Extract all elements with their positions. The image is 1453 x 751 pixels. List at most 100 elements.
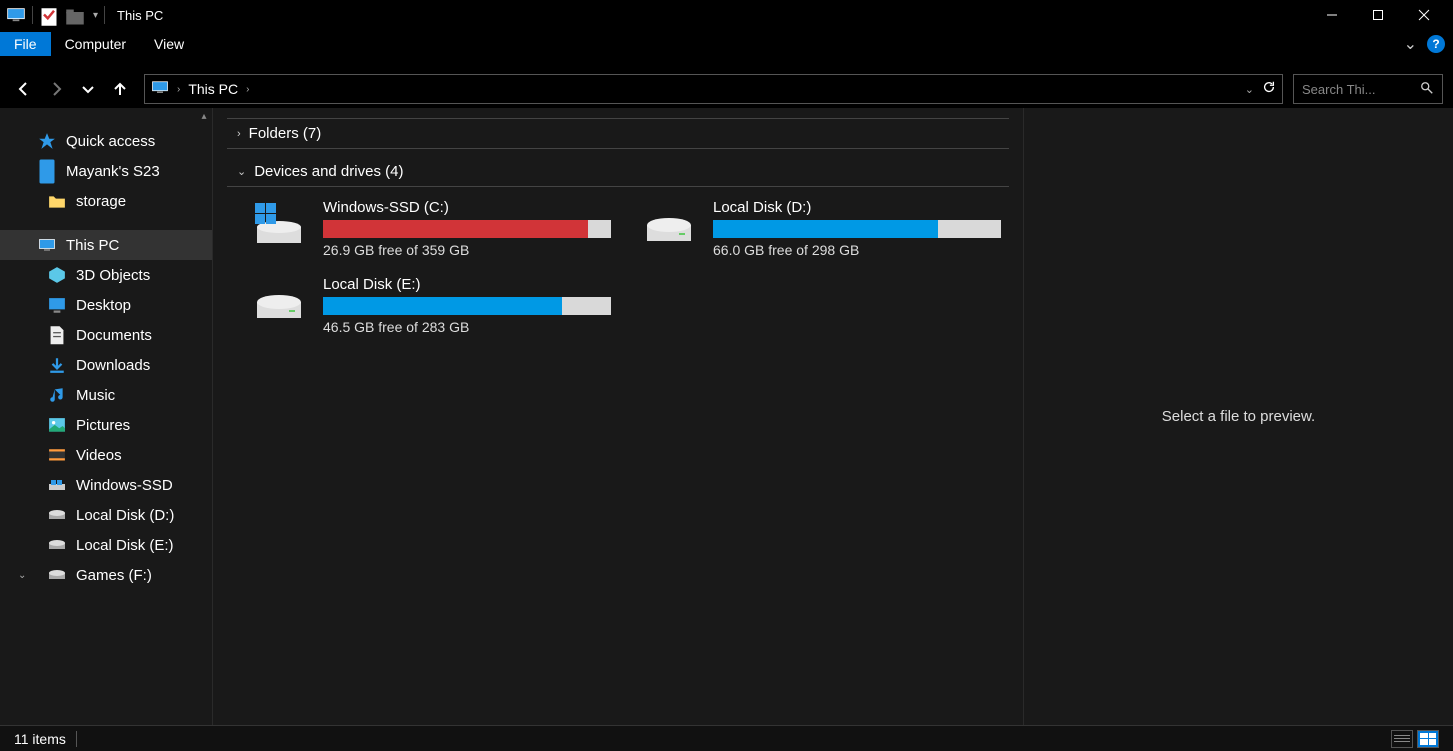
forward-button[interactable] [42,75,70,103]
sidebar-item-label: Local Disk (D:) [76,507,174,524]
sidebar-item-label: Desktop [76,297,131,314]
chevron-down-icon[interactable]: ⌄ [18,570,26,581]
star-icon [38,132,56,150]
address-dropdown-icon[interactable]: ⌄ [1245,83,1254,96]
preview-pane: Select a file to preview. [1023,108,1453,725]
minimize-button[interactable] [1309,0,1355,30]
video-icon [48,446,66,464]
disk-icon [249,276,309,324]
sidebar-item-local-disk-e[interactable]: Local Disk (E:) [0,530,212,560]
qat-dropdown-icon[interactable]: ▾ [93,10,98,21]
sidebar-item-music[interactable]: Music [0,380,212,410]
recent-dropdown-icon[interactable] [74,75,102,103]
drive-name: Windows-SSD (C:) [323,199,611,216]
sidebar-item-phone[interactable]: Mayank's S23 [0,156,212,186]
sidebar-item-label: Music [76,387,115,404]
sidebar-item-label: Windows-SSD [76,477,173,494]
window-title: This PC [117,8,163,23]
drive-usage-bar [713,220,1001,238]
maximize-button[interactable] [1355,0,1401,30]
sidebar: ▴ Quick access Mayank's S23 storage This… [0,108,212,725]
tab-computer[interactable]: Computer [51,32,140,56]
breadcrumb[interactable]: This PC [188,81,238,97]
drive-item[interactable]: Windows-SSD (C:) 26.9 GB free of 359 GB [245,195,615,262]
disk-icon [48,506,66,524]
large-icons-view-button[interactable] [1417,730,1439,748]
drive-name: Local Disk (E:) [323,276,611,293]
sidebar-item-label: Mayank's S23 [66,163,160,180]
properties-qat-icon[interactable] [39,7,59,23]
sidebar-item-videos[interactable]: Videos [0,440,212,470]
sidebar-item-windows-ssd[interactable]: Windows-SSD [0,470,212,500]
sidebar-item-label: 3D Objects [76,267,150,284]
drive-item[interactable]: Local Disk (E:) 46.5 GB free of 283 GB [245,272,615,339]
main: ▴ Quick access Mayank's S23 storage This… [0,108,1453,725]
sidebar-item-quick-access[interactable]: Quick access [0,126,212,156]
search-input[interactable]: Search Thi... [1293,74,1443,104]
drive-usage-bar [323,220,611,238]
statusbar: 11 items [0,725,1453,751]
sidebar-item-pictures[interactable]: Pictures [0,410,212,440]
sidebar-item-label: Videos [76,447,122,464]
details-view-button[interactable] [1391,730,1413,748]
status-items: 11 items [14,731,66,747]
sidebar-item-downloads[interactable]: Downloads [0,350,212,380]
chevron-right-icon[interactable]: › [177,84,180,95]
separator [32,6,33,24]
disk-icon [48,566,66,584]
drive-item[interactable]: Local Disk (D:) 66.0 GB free of 298 GB [635,195,1005,262]
sidebar-item-desktop[interactable]: Desktop [0,290,212,320]
sidebar-item-local-disk-d[interactable]: Local Disk (D:) [0,500,212,530]
sidebar-item-games-f[interactable]: ⌄ Games (F:) [0,560,212,590]
up-button[interactable] [106,75,134,103]
sidebar-item-label: storage [76,193,126,210]
document-icon [48,326,66,344]
file-tab[interactable]: File [0,32,51,56]
pc-icon [38,236,56,254]
sidebar-item-this-pc[interactable]: This PC [0,230,212,260]
drive-free-text: 26.9 GB free of 359 GB [323,242,611,258]
separator [104,6,105,24]
preview-empty-text: Select a file to preview. [1162,408,1315,425]
disk-icon [48,536,66,554]
sidebar-item-label: Pictures [76,417,130,434]
folder-qat-icon[interactable] [65,7,85,23]
navbar: › This PC › ⌄ Search Thi... [0,70,1453,108]
sidebar-item-documents[interactable]: Documents [0,320,212,350]
cube-icon [48,266,66,284]
chevron-right-icon: › [237,128,241,140]
expand-ribbon-icon[interactable]: ⌄ [1404,34,1417,54]
ribbon: File Computer View ⌄ ? [0,30,1453,58]
disk-icon [48,476,66,494]
group-label: Devices and drives (4) [254,163,403,180]
chevron-right-icon[interactable]: › [246,84,249,95]
drive-usage-bar [323,297,611,315]
content-area: › Folders (7) ⌄ Devices and drives (4) W… [212,108,1023,725]
sidebar-item-label: Downloads [76,357,150,374]
drive-name: Local Disk (D:) [713,199,1001,216]
close-button[interactable] [1401,0,1447,30]
download-icon [48,356,66,374]
phone-icon [38,162,56,180]
tab-view[interactable]: View [140,32,198,56]
desktop-icon [48,296,66,314]
scroll-up-icon[interactable]: ▴ [196,108,212,124]
folder-icon [48,192,66,210]
pc-icon [151,80,169,99]
refresh-icon[interactable] [1262,80,1276,99]
disk-icon [249,199,309,247]
drive-free-text: 66.0 GB free of 298 GB [713,242,1001,258]
group-folders[interactable]: › Folders (7) [227,118,1009,149]
sidebar-item-storage[interactable]: storage [0,186,212,216]
sidebar-item-label: Quick access [66,133,155,150]
search-placeholder: Search Thi... [1302,82,1375,97]
titlebar: ▾ This PC [0,0,1453,30]
address-bar[interactable]: › This PC › ⌄ [144,74,1283,104]
music-icon [48,386,66,404]
sidebar-item-label: Local Disk (E:) [76,537,174,554]
group-drives[interactable]: ⌄ Devices and drives (4) [227,157,1009,187]
sidebar-item-label: Games (F:) [76,567,152,584]
help-icon[interactable]: ? [1427,35,1445,53]
sidebar-item-3d-objects[interactable]: 3D Objects [0,260,212,290]
back-button[interactable] [10,75,38,103]
